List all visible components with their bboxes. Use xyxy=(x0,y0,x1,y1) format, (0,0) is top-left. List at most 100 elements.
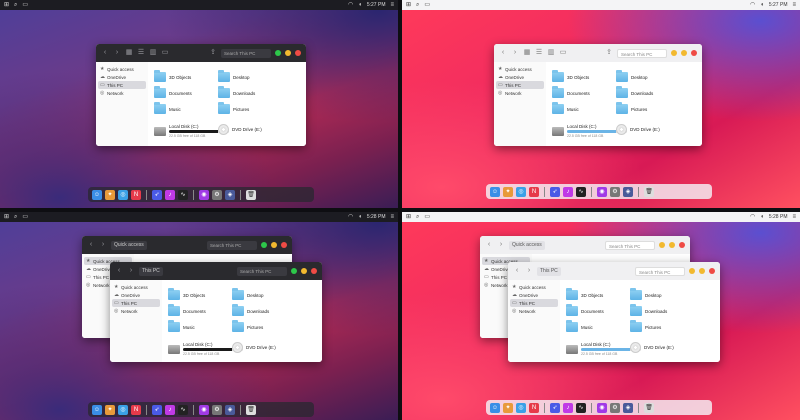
minimize-button[interactable] xyxy=(671,50,677,56)
podcasts-icon[interactable]: ◉ xyxy=(597,402,607,413)
minimize-button[interactable] xyxy=(689,268,695,274)
forward-icon[interactable]: › xyxy=(127,267,135,275)
minimize-button[interactable] xyxy=(301,268,307,274)
shield-icon[interactable]: ◈ xyxy=(623,186,633,197)
column-view-icon[interactable]: ▥ xyxy=(149,49,157,57)
search-input[interactable]: Search This PC xyxy=(207,240,257,250)
path-label[interactable]: This PC xyxy=(537,266,561,276)
zoom-button[interactable] xyxy=(291,268,297,274)
folder-downloads[interactable]: Downloads xyxy=(232,304,269,316)
back-icon[interactable]: ‹ xyxy=(499,49,507,57)
sidebar-item-this-pc[interactable]: ▭ This PC xyxy=(510,299,558,307)
back-icon[interactable]: ‹ xyxy=(485,241,493,249)
podcasts-icon[interactable]: ◉ xyxy=(199,404,209,415)
safari-icon[interactable]: ◎ xyxy=(118,189,128,200)
folder-downloads[interactable]: Downloads xyxy=(630,304,667,316)
search-icon[interactable]: ⌕ xyxy=(14,1,17,9)
gallery-view-icon[interactable]: ▭ xyxy=(559,49,567,57)
launchpad-icon[interactable]: ✦ xyxy=(503,186,513,197)
zoom-button[interactable] xyxy=(699,268,705,274)
folder-3d-objects[interactable]: 3D Objects xyxy=(552,70,589,82)
shield-icon[interactable]: ◈ xyxy=(225,189,235,200)
search-input[interactable]: Search This PC xyxy=(617,48,667,58)
gallery-view-icon[interactable]: ▭ xyxy=(161,49,169,57)
sidebar-item-network[interactable]: ◎ Network xyxy=(510,307,558,315)
drive-dvd[interactable]: DVD Drive (E:) xyxy=(218,124,262,135)
windows-logo-icon[interactable]: ⊞ xyxy=(406,213,411,221)
folder-desktop[interactable]: Desktop xyxy=(218,70,250,82)
windows-logo-icon[interactable]: ⊞ xyxy=(4,1,9,9)
trash-icon[interactable]: 🗑 xyxy=(644,186,654,197)
forward-icon[interactable]: › xyxy=(99,241,107,249)
finder-icon[interactable]: ▭ xyxy=(424,1,430,9)
volume-icon[interactable]: ◖ xyxy=(760,1,764,9)
trash-icon[interactable]: 🗑 xyxy=(246,404,256,415)
finder-icon[interactable]: ☺ xyxy=(490,402,500,413)
itunes-icon[interactable]: ♪ xyxy=(563,186,573,197)
sidebar-item-quick-access[interactable]: ★ Quick access xyxy=(510,283,558,291)
rocket-icon[interactable]: ➶ xyxy=(152,404,162,415)
zoom-button[interactable] xyxy=(681,50,687,56)
forward-icon[interactable]: › xyxy=(113,49,121,57)
clock[interactable]: 5:27 PM xyxy=(367,2,386,8)
close-button[interactable] xyxy=(679,242,685,248)
back-icon[interactable]: ‹ xyxy=(87,241,95,249)
zoom-button[interactable] xyxy=(669,242,675,248)
shield-icon[interactable]: ◈ xyxy=(225,404,235,415)
folder-downloads[interactable]: Downloads xyxy=(616,86,653,98)
icon-view-icon[interactable]: ▦ xyxy=(125,49,133,57)
activity-icon[interactable]: ∿ xyxy=(576,186,586,197)
close-button[interactable] xyxy=(709,268,715,274)
back-icon[interactable]: ‹ xyxy=(101,49,109,57)
notification-icon[interactable]: ≡ xyxy=(792,213,796,221)
folder-pictures[interactable]: Pictures xyxy=(616,102,647,114)
forward-icon[interactable]: › xyxy=(511,49,519,57)
volume-icon[interactable]: ◖ xyxy=(760,213,764,221)
close-button[interactable] xyxy=(311,268,317,274)
path-label[interactable]: Quick access xyxy=(509,240,545,250)
folder-music[interactable]: Music xyxy=(566,320,593,332)
icon-view-icon[interactable]: ▦ xyxy=(523,49,531,57)
news-icon[interactable]: N xyxy=(131,189,141,200)
sidebar-item-quick-access[interactable]: ★ Quick access xyxy=(98,65,146,73)
rocket-icon[interactable]: ➶ xyxy=(152,189,162,200)
sidebar-item-quick-access[interactable]: ★ Quick access xyxy=(112,283,160,291)
column-view-icon[interactable]: ▥ xyxy=(547,49,555,57)
clock[interactable]: 5:27 PM xyxy=(769,2,788,8)
share-icon[interactable]: ⇪ xyxy=(605,49,613,57)
wifi-icon[interactable]: ◠ xyxy=(750,213,755,221)
search-input[interactable]: Search This PC xyxy=(221,48,271,58)
drive-dvd[interactable]: DVD Drive (E:) xyxy=(616,124,660,135)
search-input[interactable]: Search This PC xyxy=(237,266,287,276)
search-icon[interactable]: ⌕ xyxy=(14,213,17,221)
sidebar-item-this-pc[interactable]: ▭ This PC xyxy=(496,81,544,89)
forward-icon[interactable]: › xyxy=(497,241,505,249)
back-icon[interactable]: ‹ xyxy=(513,267,521,275)
finder-icon[interactable]: ▭ xyxy=(22,213,28,221)
news-icon[interactable]: N xyxy=(529,186,539,197)
wifi-icon[interactable]: ◠ xyxy=(348,213,353,221)
news-icon[interactable]: N xyxy=(131,404,141,415)
launchpad-icon[interactable]: ✦ xyxy=(105,189,115,200)
trash-icon[interactable]: 🗑 xyxy=(246,189,256,200)
rocket-icon[interactable]: ➶ xyxy=(550,186,560,197)
finder-icon[interactable]: ▭ xyxy=(424,213,430,221)
sidebar-item-this-pc[interactable]: ▭ This PC xyxy=(112,299,160,307)
activity-icon[interactable]: ∿ xyxy=(576,402,586,413)
forward-icon[interactable]: › xyxy=(525,267,533,275)
sidebar-item-onedrive[interactable]: ☁ OneDrive xyxy=(510,291,558,299)
minimize-button[interactable] xyxy=(285,50,291,56)
settings-icon[interactable]: ⚙ xyxy=(610,186,620,197)
close-button[interactable] xyxy=(295,50,301,56)
safari-icon[interactable]: ◎ xyxy=(118,404,128,415)
drive-dvd[interactable]: DVD Drive (E:) xyxy=(232,342,276,353)
back-icon[interactable]: ‹ xyxy=(115,267,123,275)
settings-icon[interactable]: ⚙ xyxy=(212,189,222,200)
search-input[interactable]: Search This PC xyxy=(635,266,685,276)
volume-icon[interactable]: ◖ xyxy=(358,1,362,9)
notification-icon[interactable]: ≡ xyxy=(390,1,394,9)
sidebar-item-onedrive[interactable]: ☁ OneDrive xyxy=(112,291,160,299)
sidebar-item-network[interactable]: ◎ Network xyxy=(496,89,544,97)
close-button[interactable] xyxy=(691,50,697,56)
wifi-icon[interactable]: ◠ xyxy=(348,1,353,9)
